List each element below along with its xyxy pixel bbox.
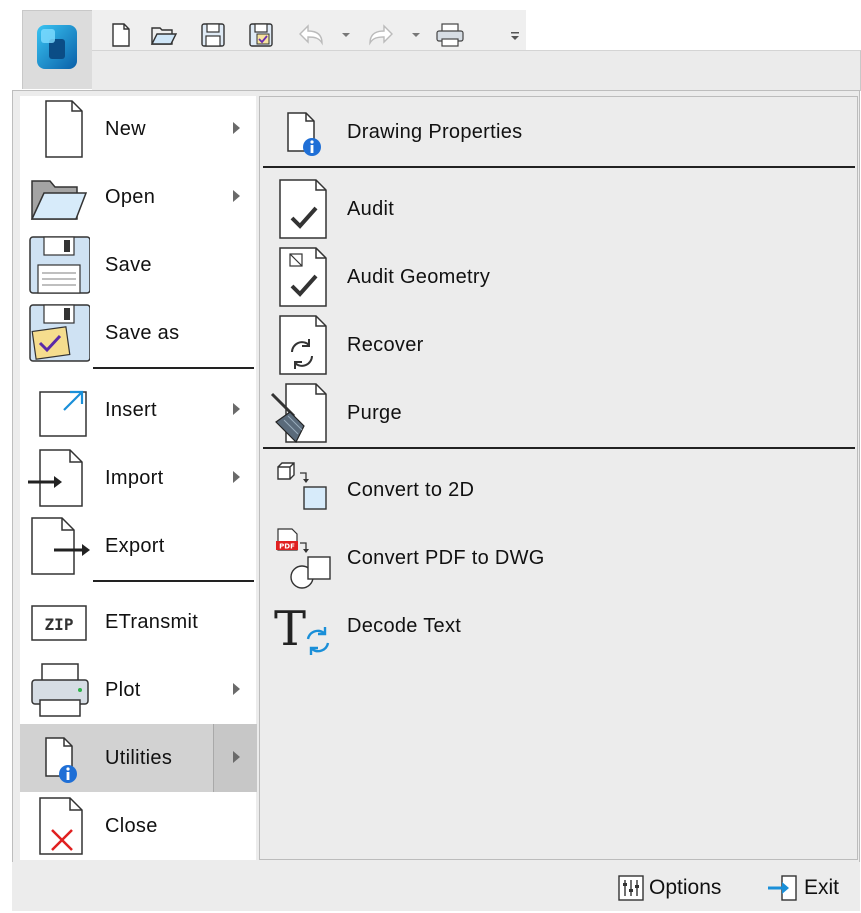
menu-item-label: New: [105, 118, 146, 140]
customize-icon[interactable]: [508, 22, 522, 48]
menu-item-export[interactable]: Export: [20, 512, 256, 580]
submenu-separator: [263, 447, 855, 449]
options-sliders-icon: [618, 875, 644, 901]
submenu-item-convert-pdf-to-dwg[interactable]: PDF Convert PDF to DWG: [262, 524, 856, 592]
app-logo-icon: [37, 25, 77, 69]
redo-dropdown-icon[interactable]: [410, 22, 422, 48]
utilities-icon: [45, 737, 77, 783]
menu-item-close[interactable]: Close: [20, 792, 256, 860]
menu-item-label: ETransmit: [105, 611, 199, 633]
menu-item-label: Close: [105, 815, 158, 837]
submenu-item-audit[interactable]: Audit: [262, 175, 856, 243]
audit-icon: [279, 179, 327, 239]
purge-broom-icon: [270, 383, 327, 444]
exit-label: Exit: [804, 876, 840, 899]
menu-item-label: Plot: [105, 679, 141, 701]
submenu-item-label: Audit: [347, 198, 395, 220]
svg-text:PDF: PDF: [279, 543, 295, 551]
zip-icon: ZIP: [31, 605, 87, 641]
print-icon[interactable]: [434, 22, 466, 48]
submenu-item-label: Purge: [347, 402, 402, 424]
close-document-icon: [39, 797, 83, 855]
menu-item-label: Save: [105, 254, 152, 276]
submenu-arrow-icon: [233, 190, 240, 202]
submenu-item-purge[interactable]: Purge: [262, 379, 856, 447]
menu-item-etransmit[interactable]: ZIP ETransmit: [20, 588, 256, 656]
submenu-item-label: Audit Geometry: [347, 266, 491, 288]
menu-item-plot[interactable]: Plot: [20, 656, 256, 724]
convert-2d-icon: [277, 462, 327, 510]
submenu-item-label: Drawing Properties: [347, 121, 523, 143]
menu-item-label: Export: [105, 535, 165, 557]
undo-icon[interactable]: [296, 22, 326, 48]
svg-text:T: T: [274, 601, 306, 657]
audit-geometry-icon: [279, 247, 327, 307]
save-icon[interactable]: [200, 22, 226, 48]
menu-item-utilities[interactable]: Utilities: [20, 724, 257, 792]
save-as-icon[interactable]: [248, 22, 274, 48]
printer-icon: [31, 663, 89, 717]
options-button[interactable]: Options: [617, 868, 721, 908]
submenu-item-label: Convert PDF to DWG: [347, 547, 545, 569]
insert-icon: [39, 390, 87, 437]
menu-separator: [93, 580, 254, 582]
submenu-arrow-icon: [233, 122, 240, 134]
submenu-arrow-icon: [233, 403, 240, 415]
options-label: Options: [649, 876, 722, 899]
submenu-arrow-icon: [233, 751, 240, 763]
submenu-separator: [263, 166, 855, 168]
menu-item-label: Open: [105, 186, 156, 208]
submenu-arrow-icon: [233, 683, 240, 695]
redo-icon[interactable]: [364, 22, 394, 48]
submenu-arrow-icon: [233, 471, 240, 483]
menu-item-insert[interactable]: Insert: [20, 376, 256, 444]
exit-button[interactable]: Exit: [766, 868, 839, 908]
menu-item-save-as[interactable]: Save as: [20, 299, 256, 367]
new-document-icon: [45, 100, 83, 158]
new-icon[interactable]: [108, 22, 134, 48]
menu-item-label: Insert: [105, 399, 157, 421]
menu-item-import[interactable]: Import: [20, 444, 256, 512]
submenu-item-label: Decode Text: [347, 615, 462, 637]
menu-item-label: Utilities: [105, 747, 173, 769]
menu-item-label: Save as: [105, 322, 180, 344]
menu-item-label: Import: [105, 467, 164, 489]
submenu-item-drawing-properties[interactable]: Drawing Properties: [262, 98, 856, 166]
menu-bottom-bar: [12, 862, 860, 911]
export-icon: [31, 517, 90, 575]
application-button[interactable]: [22, 10, 94, 89]
recover-icon: [279, 315, 327, 375]
submenu-item-recover[interactable]: Recover: [262, 311, 856, 379]
submenu-item-label: Convert to 2D: [347, 479, 475, 501]
folder-open-icon: [30, 180, 88, 220]
menu-item-open[interactable]: Open: [20, 163, 256, 231]
decode-text-icon: T: [274, 601, 330, 657]
ribbon-strip: [92, 50, 861, 91]
svg-text:ZIP: ZIP: [45, 615, 74, 634]
submenu-item-convert-to-2d[interactable]: Convert to 2D: [262, 456, 856, 524]
open-icon[interactable]: [150, 22, 178, 48]
undo-dropdown-icon[interactable]: [340, 22, 352, 48]
submenu-item-decode-text[interactable]: T Decode Text: [262, 592, 856, 660]
menu-separator: [93, 367, 254, 369]
quick-access-toolbar: [92, 10, 526, 51]
import-icon: [28, 449, 83, 507]
floppy-icon: [29, 236, 90, 294]
exit-icon: [768, 875, 797, 901]
menu-item-save[interactable]: Save: [20, 231, 256, 299]
drawing-properties-icon: [287, 112, 321, 156]
save-as-icon: [29, 304, 90, 362]
pdf-to-dwg-icon: PDF: [276, 528, 331, 589]
submenu-item-audit-geometry[interactable]: Audit Geometry: [262, 243, 856, 311]
menu-item-new[interactable]: New: [20, 95, 256, 163]
submenu-item-label: Recover: [347, 334, 424, 356]
